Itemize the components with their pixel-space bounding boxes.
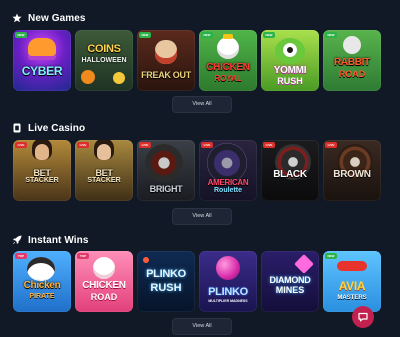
tile-subtitle: MULTIPLIER MADNESS [208,299,248,303]
game-row: CYBER NEW COINS HALLOWEEN FREAK OUT NEW … [13,30,381,91]
game-tile-bright[interactable]: BRIGHT LIVE [137,140,195,201]
view-all-button[interactable]: View All [172,208,232,225]
game-tile-american-roulette[interactable]: AMERICAN Roulette LIVE [199,140,257,201]
plane-image [337,261,367,271]
chicken-image [93,257,115,279]
tile-title: COINS [87,43,121,55]
cards-icon [13,123,21,133]
badge-new: NEW [325,253,337,259]
coin-image [113,72,125,84]
game-row: Chicken PIRATE TOP CHICKEN ROAD TOP PLIN… [13,251,381,312]
tile-title: CHICKEN [206,62,250,73]
tile-subtitle: ROYAL [214,74,242,83]
dealer-image [97,144,111,160]
tile-title: BROWN [333,169,371,180]
tile-subtitle: MASTERS [337,295,367,301]
badge-new: NEW [201,32,213,38]
roulette-wheel [145,144,183,182]
game-tile-avia-masters[interactable]: AVIA MASTERS NEW [323,251,381,312]
section-title: Live Casino [28,122,86,134]
badge-new: NEW [15,32,27,38]
diamond-image [294,254,314,274]
tile-title: CHICKEN [82,280,126,291]
badge-live: LIVE [15,142,27,148]
tile-title: CYBER [21,64,63,78]
chat-button[interactable] [352,306,374,328]
tile-title: FREAK OUT [141,70,191,80]
crown-image [223,34,233,39]
game-tile-rabbit-road[interactable]: RABBIT ROAD NEW [323,30,381,91]
section-header: Live Casino [12,121,85,135]
tile-title: BRIGHT [149,184,183,194]
live-casino-section: Live Casino BET STACKER LIVE BET STACKER… [0,115,400,230]
clown-face [155,40,177,64]
tile-title: PLINKO [208,286,248,298]
section-header: New Games [12,11,86,25]
tile-subtitle: RUSH [277,76,303,86]
game-tile-chicken-pirate[interactable]: Chicken PIRATE TOP [13,251,71,312]
section-title: Instant Wins [28,234,89,246]
view-all-button[interactable]: View All [172,318,232,335]
badge-top: TOP [77,253,89,259]
roulette-wheel [207,143,247,183]
game-tile-chicken-road[interactable]: CHICKEN ROAD TOP [75,251,133,312]
badge-live: LIVE [139,142,151,148]
tile-title: BLACK [273,169,307,180]
instant-wins-section: Instant Wins Chicken PIRATE TOP CHICKEN … [0,230,400,337]
badge-live: LIVE [77,142,89,148]
tile-subtitle: STACKER [87,177,121,184]
rocket-icon [12,235,22,245]
ball-image [216,256,240,280]
badge-live: LIVE [263,142,275,148]
section-header: Instant Wins [12,233,89,247]
tile-title: Chicken [23,280,61,291]
game-tile-diamond-mines[interactable]: DIAMOND MINES [261,251,319,312]
ball-image [143,257,149,263]
tile-title: YOMMI [273,65,307,76]
chicken-pirate-image [27,257,55,281]
game-tile-coins-halloween[interactable]: COINS HALLOWEEN [75,30,133,91]
new-games-section: New Games CYBER NEW COINS HALLOWEEN FREA… [0,0,400,115]
monster-eye [283,43,297,57]
game-tile-plinko-rush[interactable]: PLINKO RUSH [137,251,195,312]
tile-subtitle: PIRATE [29,293,55,300]
view-all-button[interactable]: View All [172,96,232,113]
chat-icon [358,312,368,322]
tile-subtitle: ROAD [338,69,366,79]
game-tile-chicken-royal[interactable]: CHICKEN ROYAL NEW [199,30,257,91]
tile-subtitle: STACKER [25,177,59,184]
game-tile-freak-out[interactable]: FREAK OUT NEW [137,30,195,91]
tile-title: PLINKO [146,268,186,280]
tile-title: RABBIT [334,57,370,68]
game-tile-black[interactable]: BLACK LIVE [261,140,319,201]
rabbit-image [343,36,361,54]
badge-live: LIVE [201,142,213,148]
tile-subtitle: Roulette [214,187,242,194]
game-tile-plinko-2[interactable]: PLINKO MULTIPLIER MADNESS [199,251,257,312]
game-row: BET STACKER LIVE BET STACKER LIVE BRIGHT… [13,140,381,201]
badge-new: NEW [325,32,337,38]
tile-subtitle: HALLOWEEN [81,57,127,64]
game-tile-bet-stacker-1[interactable]: BET STACKER LIVE [13,140,71,201]
badge-top: TOP [15,253,27,259]
tile-subtitle: MINES [275,285,305,295]
tile-title: AVIA [338,279,366,293]
tile-title: DIAMOND [269,275,311,285]
game-tile-brown[interactable]: BROWN LIVE [323,140,381,201]
star-icon [12,13,22,23]
badge-new: NEW [139,32,151,38]
tile-subtitle: ROAD [90,292,118,302]
section-title: New Games [28,12,86,24]
badge-live: LIVE [325,142,337,148]
chicken-image [217,37,239,59]
dealer-image [35,144,49,160]
game-tile-yommi-rush[interactable]: YOMMI RUSH NEW [261,30,319,91]
tile-subtitle: RUSH [150,282,182,294]
game-tile-cyber[interactable]: CYBER NEW [13,30,71,91]
game-tile-bet-stacker-2[interactable]: BET STACKER LIVE [75,140,133,201]
cyber-mask [28,38,56,60]
badge-new: NEW [263,32,275,38]
pumpkin-image [81,70,95,84]
